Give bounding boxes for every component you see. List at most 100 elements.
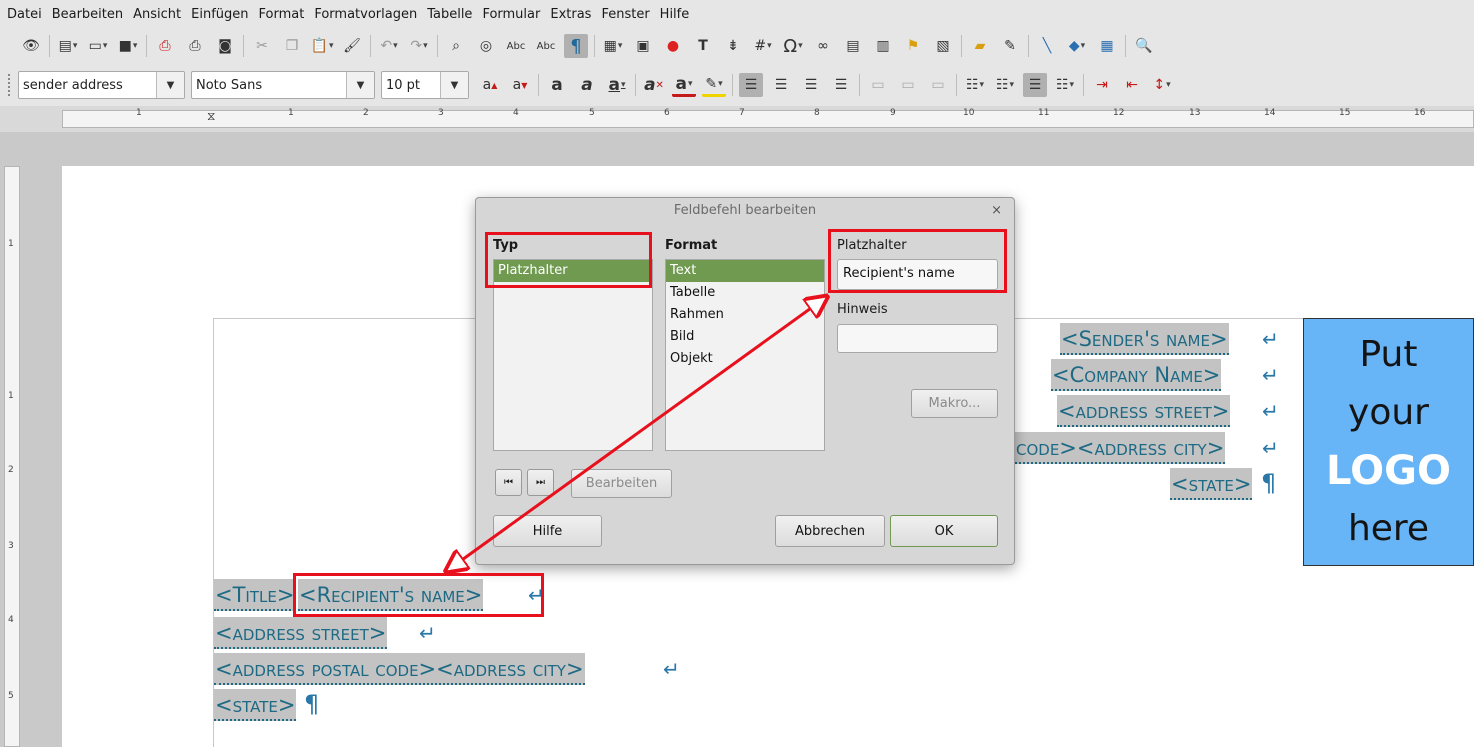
align-right-icon[interactable]: ☰	[799, 73, 823, 97]
menu-formatvorlagen[interactable]: Formatvorlagen	[309, 7, 422, 22]
sender-name-field[interactable]: <Sender's name>	[1060, 323, 1229, 355]
new-document-icon[interactable]: ▤	[56, 34, 80, 58]
recipient-title-field[interactable]: <Title>	[214, 579, 296, 611]
indent-marker-icon[interactable]: ⧖	[207, 109, 215, 124]
dialog-titlebar[interactable]: Feldbefehl bearbeiten ×	[476, 198, 1014, 224]
horizontal-ruler[interactable]: ⌐ 1 1 2 3 4 5 6 7 8 9 10 11 12 13 14 15 …	[0, 106, 1474, 229]
line-spacing-a-icon[interactable]: ▭	[866, 73, 890, 97]
hint-input[interactable]	[837, 324, 998, 353]
redo-icon[interactable]: ↷	[407, 34, 431, 58]
open-icon[interactable]: ▭	[86, 34, 110, 58]
formatting-marks-icon[interactable]: ¶	[564, 34, 588, 58]
cross-reference-icon[interactable]: ▧	[931, 34, 955, 58]
navigator-icon[interactable]: ◎	[474, 34, 498, 58]
comment-icon[interactable]: ▰	[968, 34, 992, 58]
basic-shapes-icon[interactable]: ◆	[1065, 34, 1089, 58]
save-icon[interactable]: ■	[116, 34, 140, 58]
hyperlink-icon[interactable]: ∞	[811, 34, 835, 58]
autospellcheck-icon[interactable]: Abc	[534, 34, 558, 58]
spellcheck-icon[interactable]: Abc	[504, 34, 528, 58]
grid-icon[interactable]: ▦	[1095, 34, 1119, 58]
next-field-button[interactable]: ⏭	[527, 469, 554, 496]
insert-chart-icon[interactable]: ●	[661, 34, 685, 58]
close-icon[interactable]: ×	[991, 198, 1002, 224]
font-name-combo[interactable]: Noto Sans ▼	[191, 71, 375, 99]
font-size-combo[interactable]: 10 pt ▼	[381, 71, 469, 99]
footnote-icon[interactable]: ▤	[841, 34, 865, 58]
edit-button[interactable]: Bearbeiten	[571, 469, 672, 498]
list-item[interactable]: Rahmen	[666, 304, 824, 326]
list-style-icon[interactable]: ☷	[1053, 73, 1077, 97]
line-icon[interactable]: ╲	[1035, 34, 1059, 58]
previous-field-button[interactable]: ⏮	[495, 469, 522, 496]
list-item[interactable]: Text	[666, 260, 824, 282]
insert-field-icon[interactable]: #	[751, 34, 775, 58]
list-item[interactable]: Bild	[666, 326, 824, 348]
menu-fenster[interactable]: Fenster	[596, 7, 654, 22]
chevron-down-icon[interactable]: ▼	[156, 72, 184, 98]
chevron-down-icon[interactable]: ▼	[440, 72, 468, 98]
menu-tabelle[interactable]: Tabelle	[422, 7, 477, 22]
undo-icon[interactable]: ↶	[377, 34, 401, 58]
recipient-state-field[interactable]: <state>	[214, 689, 297, 721]
macro-button[interactable]: Makro...	[911, 389, 998, 418]
paragraph-style-combo[interactable]: sender address ▼	[18, 71, 185, 99]
recipient-street-field[interactable]: <address street>	[214, 617, 388, 649]
paste-icon[interactable]: 📋	[310, 34, 334, 58]
export-pdf-icon[interactable]: ⎙	[153, 34, 177, 58]
endnote-icon[interactable]: ▥	[871, 34, 895, 58]
menu-extras[interactable]: Extras	[545, 7, 596, 22]
menu-bearbeiten[interactable]: Bearbeiten	[47, 7, 128, 22]
cut-icon[interactable]: ✂	[250, 34, 274, 58]
help-button[interactable]: Hilfe	[493, 515, 602, 547]
line-spacing-c-icon[interactable]: ▭	[926, 73, 950, 97]
find-icon[interactable]: 👁	[19, 34, 43, 58]
underline-icon[interactable]: a	[605, 73, 629, 97]
outline-icon[interactable]: ☰	[1023, 73, 1047, 97]
menu-datei[interactable]: Datei	[2, 7, 47, 22]
sender-state-field[interactable]: <state>	[1170, 468, 1253, 500]
copy-icon[interactable]: ❐	[280, 34, 304, 58]
zoom-icon[interactable]: 🔍	[1132, 34, 1156, 58]
align-center-icon[interactable]: ☰	[769, 73, 793, 97]
grow-font-icon[interactable]: a ▲	[478, 73, 502, 97]
numbering-icon[interactable]: ☷	[993, 73, 1017, 97]
list-item[interactable]: Tabelle	[666, 282, 824, 304]
ok-button[interactable]: OK	[890, 515, 998, 547]
sender-street-field[interactable]: <address street>	[1057, 395, 1231, 427]
sender-city-field[interactable]: code><address city>	[1015, 432, 1226, 464]
menu-ansicht[interactable]: Ansicht	[128, 7, 186, 22]
insert-textbox-icon[interactable]: T	[691, 34, 715, 58]
font-color-icon[interactable]: a	[672, 73, 696, 97]
company-name-field[interactable]: <Company Name>	[1051, 359, 1222, 391]
justify-icon[interactable]: ☰	[829, 73, 853, 97]
print-preview-icon[interactable]: ◙	[213, 34, 237, 58]
list-item[interactable]: Objekt	[666, 348, 824, 370]
menu-formular[interactable]: Formular	[477, 7, 545, 22]
print-icon[interactable]: ⎙	[183, 34, 207, 58]
line-spacing-b-icon[interactable]: ▭	[896, 73, 920, 97]
italic-icon[interactable]: a	[575, 73, 599, 97]
logo-placeholder[interactable]: Put your LOGO here	[1303, 318, 1474, 566]
vertical-ruler[interactable]: 1 1 2 3 4 5	[4, 166, 20, 747]
shrink-font-icon[interactable]: a ▼	[508, 73, 532, 97]
recipient-city-field[interactable]: <address postal code><address city>	[214, 653, 585, 685]
clone-format-icon[interactable]: 🖌	[340, 34, 364, 58]
page-break-icon[interactable]: ⇟	[721, 34, 745, 58]
menu-hilfe[interactable]: Hilfe	[655, 7, 695, 22]
track-changes-icon[interactable]: ✎	[998, 34, 1022, 58]
line-spacing-icon[interactable]: ↕	[1150, 73, 1174, 97]
cancel-button[interactable]: Abbrechen	[775, 515, 885, 547]
format-list[interactable]: Text Tabelle Rahmen Bild Objekt	[665, 259, 825, 451]
bold-icon[interactable]: a	[545, 73, 569, 97]
toolbar-grip[interactable]	[8, 74, 12, 96]
align-left-icon[interactable]: ☰	[739, 73, 763, 97]
indent-icon[interactable]: ⇥	[1090, 73, 1114, 97]
bookmark-icon[interactable]: ⚑	[901, 34, 925, 58]
highlight-icon[interactable]: ✎	[702, 73, 726, 97]
find-replace-icon[interactable]: ⌕	[444, 34, 468, 58]
chevron-down-icon[interactable]: ▼	[346, 72, 374, 98]
menu-einfuegen[interactable]: Einfügen	[186, 7, 253, 22]
special-character-icon[interactable]: Ω	[781, 34, 805, 58]
bullets-icon[interactable]: ☷	[963, 73, 987, 97]
